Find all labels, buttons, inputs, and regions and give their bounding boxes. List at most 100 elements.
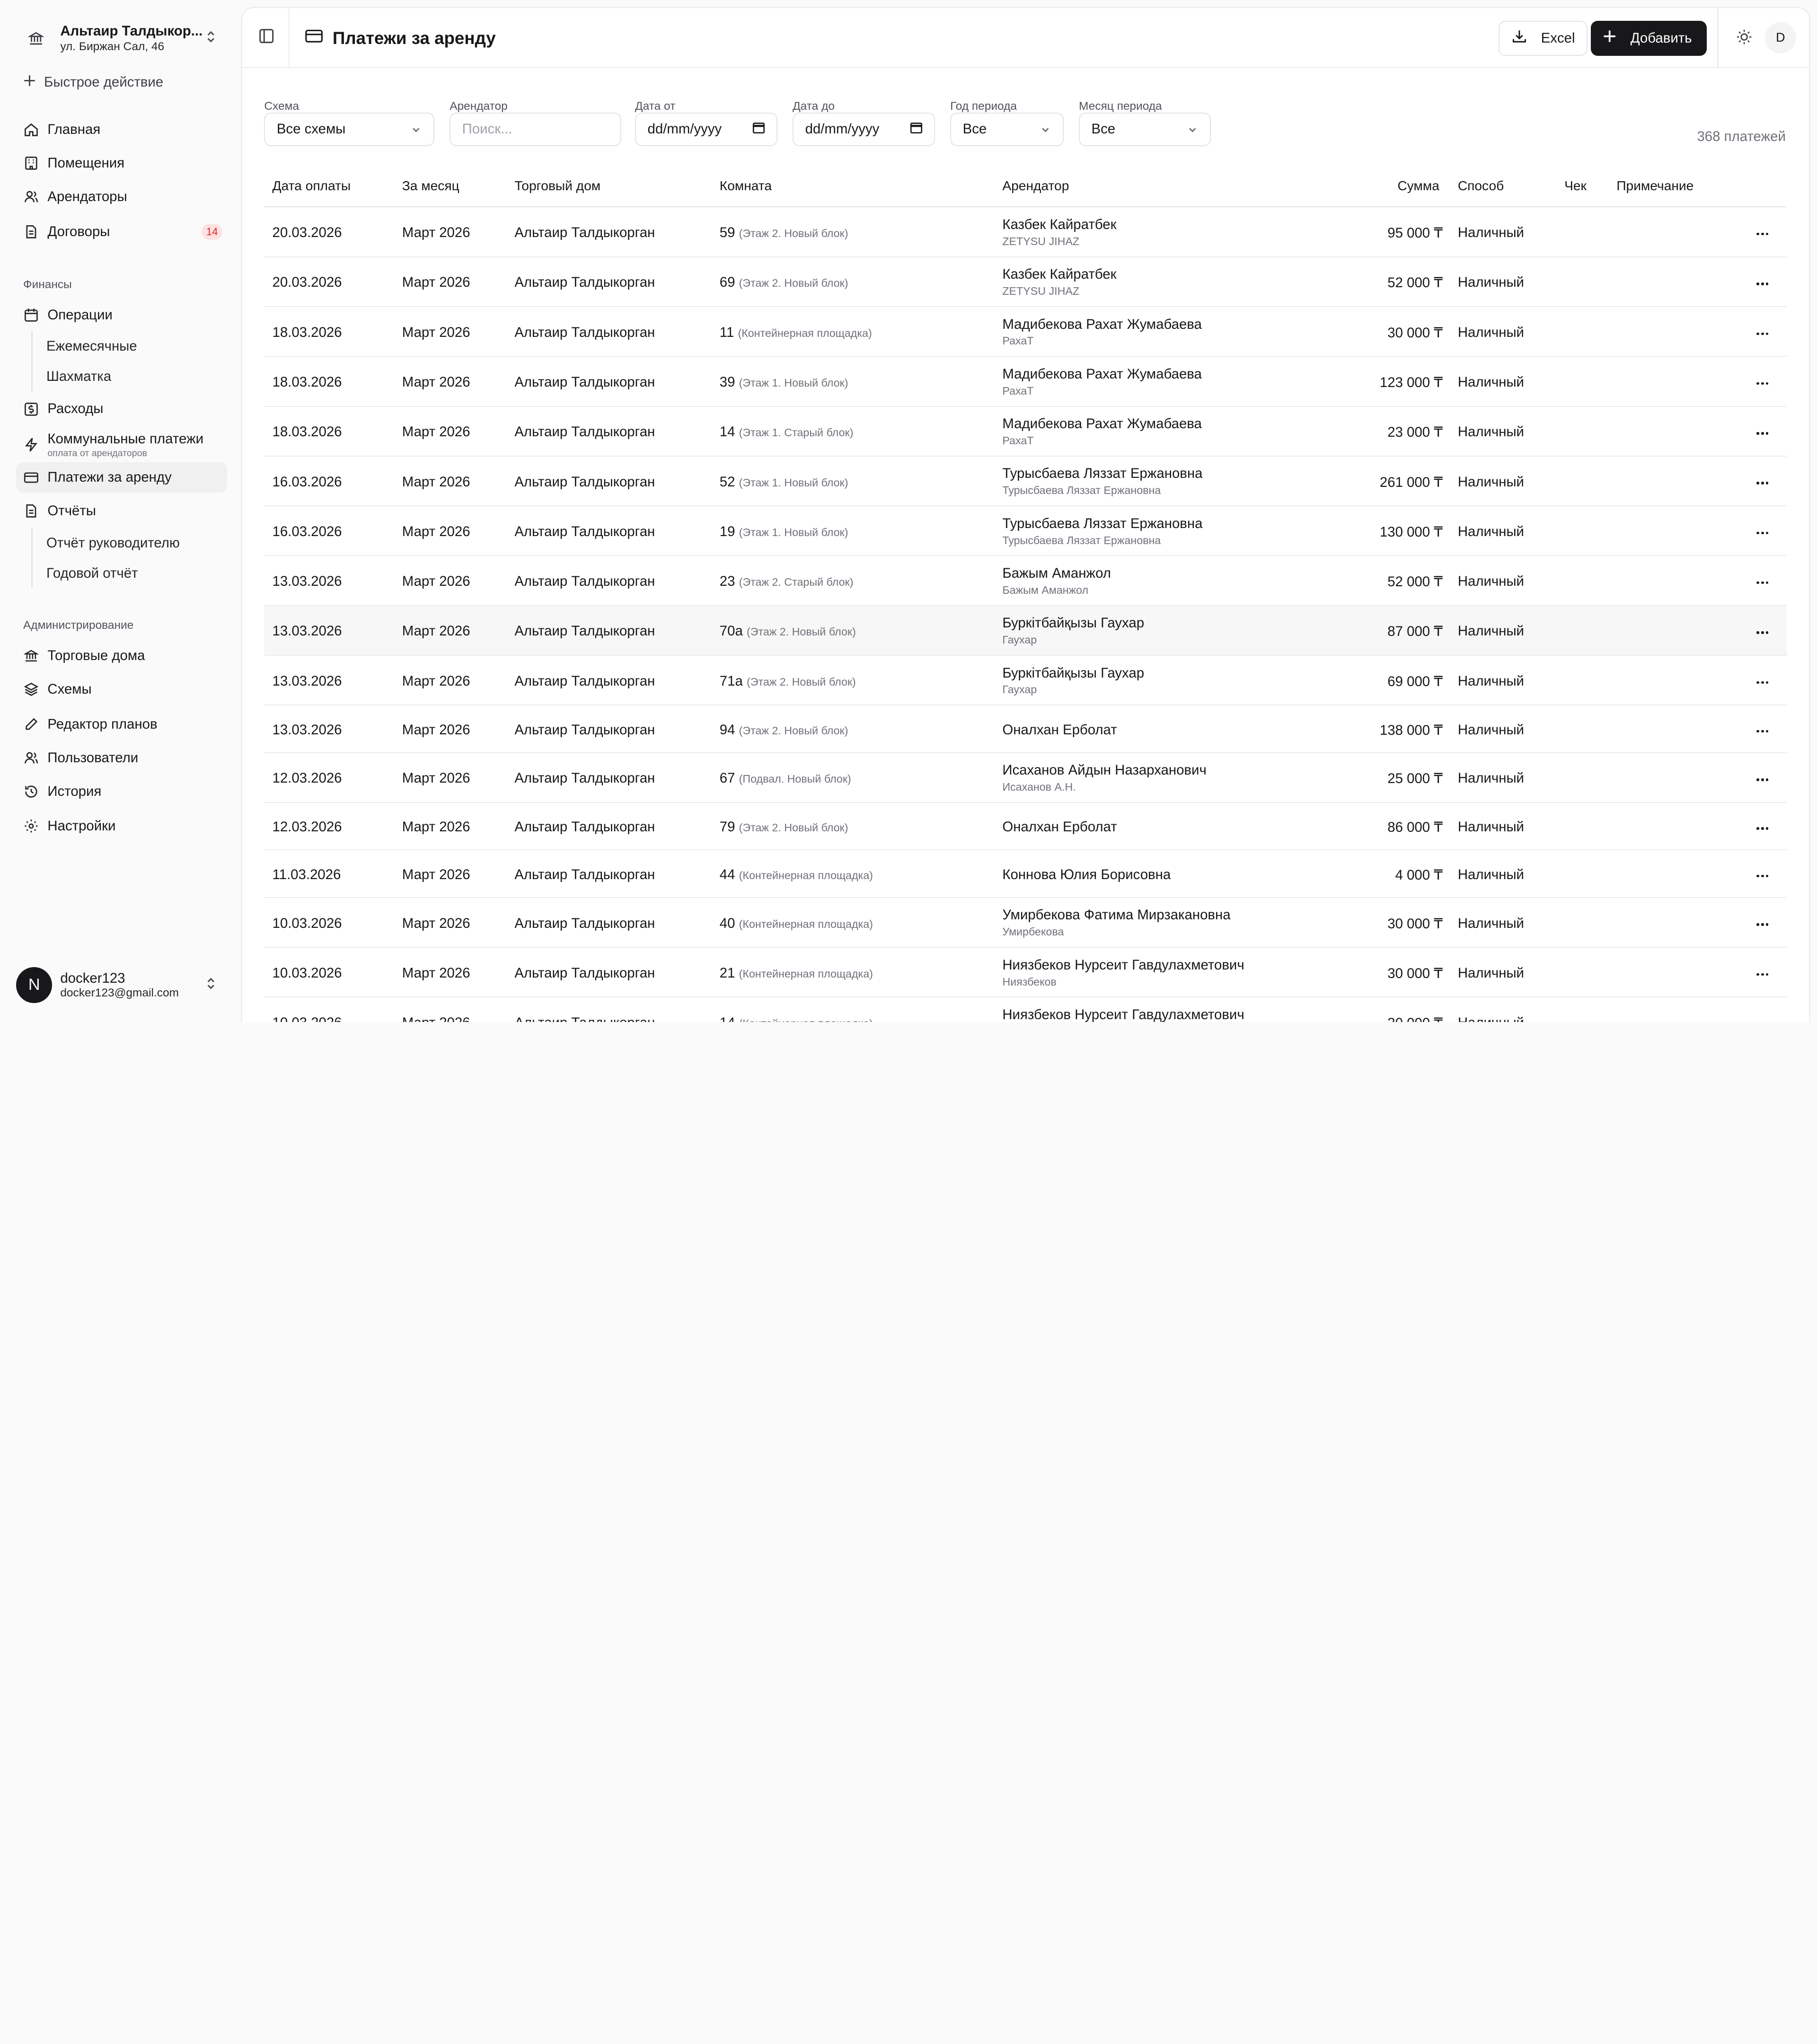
sidebar-item-3[interactable]: Договоры 14 (16, 217, 227, 247)
table-row[interactable]: 18.03.2026 Март 2026 Альтаир Талдыкорган 39… (264, 357, 1787, 407)
sidebar-toggle-icon[interactable] (258, 28, 277, 46)
sidebar-item-rent-payments[interactable]: Платежи за аренду (16, 462, 227, 493)
table-row[interactable]: 10.03.2026 Март 2026 Альтаир Талдыкорган 40… (264, 898, 1787, 948)
column-header[interactable]: Способ (1458, 178, 1504, 194)
sidebar-item-expenses[interactable]: Расходы (16, 394, 227, 424)
room-location: (Контейнерная площадка) (739, 917, 873, 930)
sidebar-admin-item-1[interactable]: Схемы (16, 674, 227, 705)
payment-date: 13.03.2026 (272, 722, 342, 738)
room-cell: 14 (Этаж 1. Старый блок) (720, 424, 854, 440)
sidebar-item-reports[interactable]: Отчёты (16, 496, 227, 526)
table-row[interactable]: 18.03.2026 Март 2026 Альтаир Талдыкорган 11… (264, 307, 1787, 357)
period-month: Март 2026 (402, 915, 470, 931)
sidebar-admin-item-5[interactable]: Настройки (16, 811, 227, 841)
tenant-cell: Турысбаева Ляззат Ержановна Турысбаева Ля… (1002, 516, 1202, 547)
table-row[interactable]: 10.03.2026 Март 2026 Альтаир Талдыкорган 21… (264, 948, 1787, 998)
sidebar-admin-item-0[interactable]: Торговые дома (16, 641, 227, 671)
tenant-name: Казбек Кайратбек (1002, 266, 1117, 282)
more-options-icon[interactable] (1755, 326, 1771, 342)
column-header[interactable]: Сумма (1397, 178, 1439, 194)
month-select[interactable]: Все (1079, 112, 1211, 146)
column-header[interactable]: Арендатор (1002, 178, 1069, 194)
sidebar-item-operations[interactable]: Операции (16, 300, 227, 330)
sidebar-sub-chess[interactable]: Шахматка (46, 369, 111, 385)
sidebar-item-label: Пользователи (47, 749, 139, 766)
table-row[interactable]: 10.03.2026 Март 2026 Альтаир Талдыкорган 14… (264, 997, 1787, 1022)
date-to-field[interactable]: dd/mm/yyyy (793, 112, 935, 146)
more-options-icon[interactable] (1755, 1016, 1771, 1022)
year-select[interactable]: Все (950, 112, 1064, 146)
period-month: Март 2026 (402, 770, 470, 786)
more-options-icon[interactable] (1755, 575, 1771, 591)
tenant-cell: Буркітбайқызы Гаухар Гаухар (1002, 615, 1144, 646)
sidebar-item-0[interactable]: Главная (16, 115, 227, 145)
table-row[interactable]: 16.03.2026 Март 2026 Альтаир Талдыкорган 52… (264, 457, 1787, 507)
column-header[interactable]: Дата оплаты (272, 178, 351, 194)
table-row[interactable]: 18.03.2026 Март 2026 Альтаир Талдыкорган 14… (264, 407, 1787, 457)
more-options-icon[interactable] (1755, 916, 1771, 933)
add-payment-button[interactable]: Добавить (1591, 21, 1707, 56)
page-header: Платежи за аренду Excel Добавить D (242, 8, 1809, 69)
export-excel-button[interactable]: Excel (1498, 21, 1588, 56)
scheme-select[interactable]: Все схемы (264, 112, 435, 146)
room-cell: 67 (Подвал. Новый блок) (720, 770, 851, 786)
more-options-icon[interactable] (1755, 625, 1771, 641)
tenant-subname: Умирбекова (1002, 925, 1064, 938)
tenant-search-input[interactable] (462, 121, 609, 138)
more-options-icon[interactable] (1755, 475, 1771, 491)
more-options-icon[interactable] (1755, 226, 1771, 242)
payment-method: Наличный (1457, 225, 1524, 241)
more-options-icon[interactable] (1755, 425, 1771, 441)
pen-icon (23, 716, 39, 732)
period-month: Март 2026 (402, 523, 470, 539)
table-row[interactable]: 12.03.2026 Март 2026 Альтаир Талдыкорган 79… (264, 803, 1787, 851)
table-row[interactable]: 16.03.2026 Март 2026 Альтаир Талдыкорган 19… (264, 506, 1787, 556)
sidebar-admin-item-3[interactable]: Пользователи (16, 743, 227, 773)
table-row[interactable]: 20.03.2026 Март 2026 Альтаир Талдыкорган 59… (264, 207, 1787, 257)
column-header[interactable]: Торговый дом (514, 178, 600, 194)
table-row[interactable]: 11.03.2026 Март 2026 Альтаир Талдыкорган 44… (264, 850, 1787, 898)
sidebar-item-utilities[interactable]: Коммунальные платежи оплата от арендатор… (16, 428, 227, 462)
more-options-icon[interactable] (1755, 868, 1771, 884)
table-row[interactable]: 20.03.2026 Март 2026 Альтаир Талдыкорган 69… (264, 257, 1787, 307)
table-row[interactable]: 13.03.2026 Март 2026 Альтаир Талдыкорган 23… (264, 556, 1787, 606)
table-row[interactable]: 12.03.2026 Март 2026 Альтаир Талдыкорган 67… (264, 753, 1787, 803)
column-header[interactable]: Примечание (1616, 178, 1694, 194)
room-location: (Этаж 2. Старый блок) (739, 576, 854, 589)
sun-icon[interactable] (1736, 29, 1754, 46)
payment-date: 12.03.2026 (272, 770, 342, 786)
org-switcher[interactable]: Альтаир Талдыкор... ул. Биржан Сал, 46 (16, 14, 227, 62)
more-options-icon[interactable] (1755, 966, 1771, 982)
table-row[interactable]: 13.03.2026 Март 2026 Альтаир Талдыкорган 94… (264, 705, 1787, 753)
sidebar-sub-monthly[interactable]: Ежемесячные (46, 338, 137, 354)
column-header[interactable]: Комната (720, 178, 772, 194)
more-options-icon[interactable] (1755, 525, 1771, 541)
sidebar-item-1[interactable]: Помещения (16, 148, 227, 178)
quick-action-button[interactable]: Быстрое действие (23, 74, 163, 91)
calendar-icon (910, 121, 923, 138)
sidebar-admin-item-2[interactable]: Редактор планов (16, 709, 227, 740)
more-options-icon[interactable] (1755, 375, 1771, 391)
user-menu[interactable]: N docker123 docker123@gmail.com (16, 964, 227, 1006)
avatar[interactable]: D (1764, 22, 1796, 53)
room-cell: 79 (Этаж 2. Новый блок) (720, 819, 848, 835)
room-number: 40 (719, 915, 735, 931)
column-header[interactable]: За месяц (402, 178, 459, 194)
table-row[interactable]: 13.03.2026 Март 2026 Альтаир Талдыкорган 71… (264, 656, 1787, 706)
more-options-icon[interactable] (1755, 772, 1771, 788)
table-row[interactable]: 13.03.2026 Март 2026 Альтаир Талдыкорган 70… (264, 606, 1787, 656)
date-from-field[interactable]: dd/mm/yyyy (635, 112, 778, 146)
download-icon (1512, 29, 1527, 48)
sidebar-admin-item-4[interactable]: История (16, 776, 227, 807)
sidebar-item-2[interactable]: Арендаторы (16, 182, 227, 212)
column-header[interactable]: Чек (1564, 178, 1587, 194)
more-options-icon[interactable] (1755, 820, 1771, 837)
more-options-icon[interactable] (1755, 723, 1771, 739)
sidebar-sub-manager-report[interactable]: Отчёт руководителю (46, 535, 180, 551)
mall-name: Альтаир Талдыкорган (514, 1015, 655, 1022)
more-options-icon[interactable] (1755, 276, 1771, 292)
divider (1717, 8, 1719, 69)
more-options-icon[interactable] (1755, 674, 1771, 690)
sidebar-sub-annual-report[interactable]: Годовой отчёт (46, 565, 138, 581)
room-number: 14 (719, 424, 735, 440)
